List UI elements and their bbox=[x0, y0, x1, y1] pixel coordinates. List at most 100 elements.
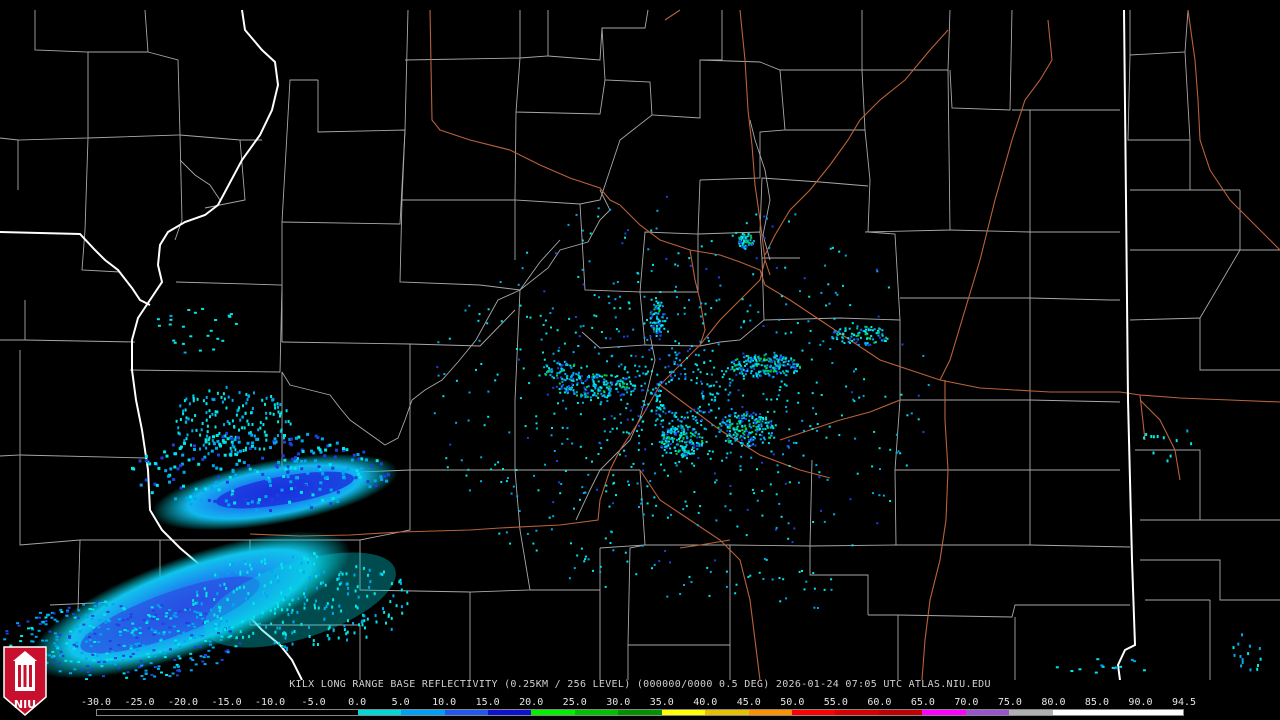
echo-pixel bbox=[863, 378, 866, 381]
echo-pixel bbox=[697, 511, 700, 514]
echo-pixel bbox=[326, 634, 329, 637]
echo-pixel bbox=[353, 631, 356, 635]
echo-pixel bbox=[660, 463, 662, 466]
echo-pixel bbox=[217, 632, 220, 634]
echo-pixel bbox=[686, 426, 689, 429]
echo-pixel bbox=[695, 441, 698, 444]
echo-pixel bbox=[632, 389, 635, 392]
echo-pixel bbox=[775, 331, 778, 334]
echo-pixel bbox=[747, 575, 750, 578]
echo-pixel bbox=[785, 410, 788, 413]
echo-pixel bbox=[582, 324, 585, 327]
echo-pixel bbox=[353, 573, 356, 577]
echo-pixel bbox=[1133, 660, 1137, 663]
echo-pixel bbox=[823, 588, 826, 591]
echo-pixel bbox=[750, 372, 752, 375]
echo-pixel bbox=[226, 420, 229, 424]
echo-pixel bbox=[139, 659, 143, 662]
echo-pixel bbox=[102, 675, 105, 678]
echo-pixel bbox=[750, 370, 753, 373]
echo-pixel bbox=[681, 445, 684, 448]
echo-pixel bbox=[735, 373, 738, 376]
echo-pixel bbox=[850, 332, 853, 335]
echo-pixel bbox=[355, 604, 357, 608]
echo-pixel bbox=[1152, 435, 1155, 439]
echo-pixel bbox=[788, 428, 791, 431]
echo-pixel bbox=[751, 488, 754, 491]
echo-pixel bbox=[156, 318, 160, 321]
echo-pixel bbox=[734, 439, 737, 442]
echo-pixel bbox=[179, 404, 182, 408]
echo-pixel bbox=[659, 404, 662, 406]
echo-pixel bbox=[655, 504, 658, 507]
echo-pixel bbox=[227, 314, 231, 317]
echo-pixel bbox=[154, 630, 158, 632]
echo-pixel bbox=[321, 498, 325, 502]
echo-pixel bbox=[215, 446, 218, 450]
echo-pixel bbox=[798, 481, 800, 484]
echo-pixel bbox=[661, 425, 664, 428]
echo-pixel bbox=[768, 436, 771, 439]
echo-pixel bbox=[184, 408, 187, 412]
echo-pixel bbox=[16, 622, 20, 625]
echo-pixel bbox=[59, 654, 62, 657]
echo-pixel bbox=[193, 625, 197, 628]
echo-pixel bbox=[219, 444, 222, 448]
echo-pixel bbox=[674, 450, 677, 452]
echo-pixel bbox=[657, 307, 660, 310]
echo-pixel bbox=[187, 621, 191, 624]
echo-pixel bbox=[182, 631, 186, 634]
echo-pixel bbox=[646, 389, 649, 392]
echo-pixel bbox=[751, 431, 754, 433]
echo-pixel bbox=[709, 457, 712, 460]
echo-pixel bbox=[697, 354, 700, 357]
echo-pixel bbox=[293, 630, 296, 633]
echo-pixel bbox=[636, 430, 639, 433]
echo-pixel bbox=[720, 424, 723, 427]
echo-pixel bbox=[733, 436, 736, 439]
echo-pixel bbox=[746, 444, 749, 447]
echo-pixel bbox=[238, 428, 240, 432]
echo-pixel bbox=[816, 429, 818, 432]
echo-pixel bbox=[526, 315, 528, 318]
echo-pixel bbox=[705, 267, 708, 270]
echo-pixel bbox=[381, 572, 384, 576]
echo-pixel bbox=[475, 368, 477, 371]
echo-pixel bbox=[609, 542, 612, 544]
echo-pixel bbox=[97, 641, 101, 643]
echo-pixel bbox=[585, 365, 588, 368]
echo-pixel bbox=[570, 374, 573, 377]
echo-pixel bbox=[807, 320, 810, 323]
echo-pixel bbox=[580, 379, 583, 382]
echo-pixel bbox=[597, 392, 599, 395]
echo-pixel bbox=[314, 434, 318, 438]
echo-pixel bbox=[677, 313, 679, 316]
echo-pixel bbox=[680, 426, 683, 429]
echo-pixel bbox=[637, 281, 640, 283]
echo-pixel bbox=[53, 659, 57, 662]
echo-pixel bbox=[667, 365, 670, 368]
echo-pixel bbox=[161, 651, 165, 654]
echo-pixel bbox=[740, 439, 743, 442]
echo-pixel bbox=[532, 542, 535, 545]
echo-pixel bbox=[174, 615, 178, 618]
echo-pixel bbox=[749, 361, 752, 364]
echo-pixel bbox=[163, 656, 167, 659]
echo-pixel bbox=[756, 430, 758, 433]
echo-pixel bbox=[177, 655, 181, 658]
echo-pixel bbox=[741, 425, 744, 427]
echo-pixel bbox=[248, 431, 250, 435]
echo-pixel bbox=[153, 675, 157, 678]
echo-pixel bbox=[704, 302, 707, 305]
echo-pixel bbox=[109, 647, 113, 650]
echo-pixel bbox=[85, 616, 89, 619]
echo-pixel bbox=[123, 629, 127, 631]
echo-pixel bbox=[605, 484, 608, 487]
echo-pixel bbox=[845, 385, 848, 388]
echo-pixel bbox=[84, 633, 88, 636]
echo-pixel bbox=[744, 373, 747, 376]
echo-pixel bbox=[738, 372, 741, 375]
echo-pixel bbox=[746, 368, 749, 371]
echo-pixel bbox=[854, 437, 857, 440]
echo-pixel bbox=[695, 419, 697, 422]
